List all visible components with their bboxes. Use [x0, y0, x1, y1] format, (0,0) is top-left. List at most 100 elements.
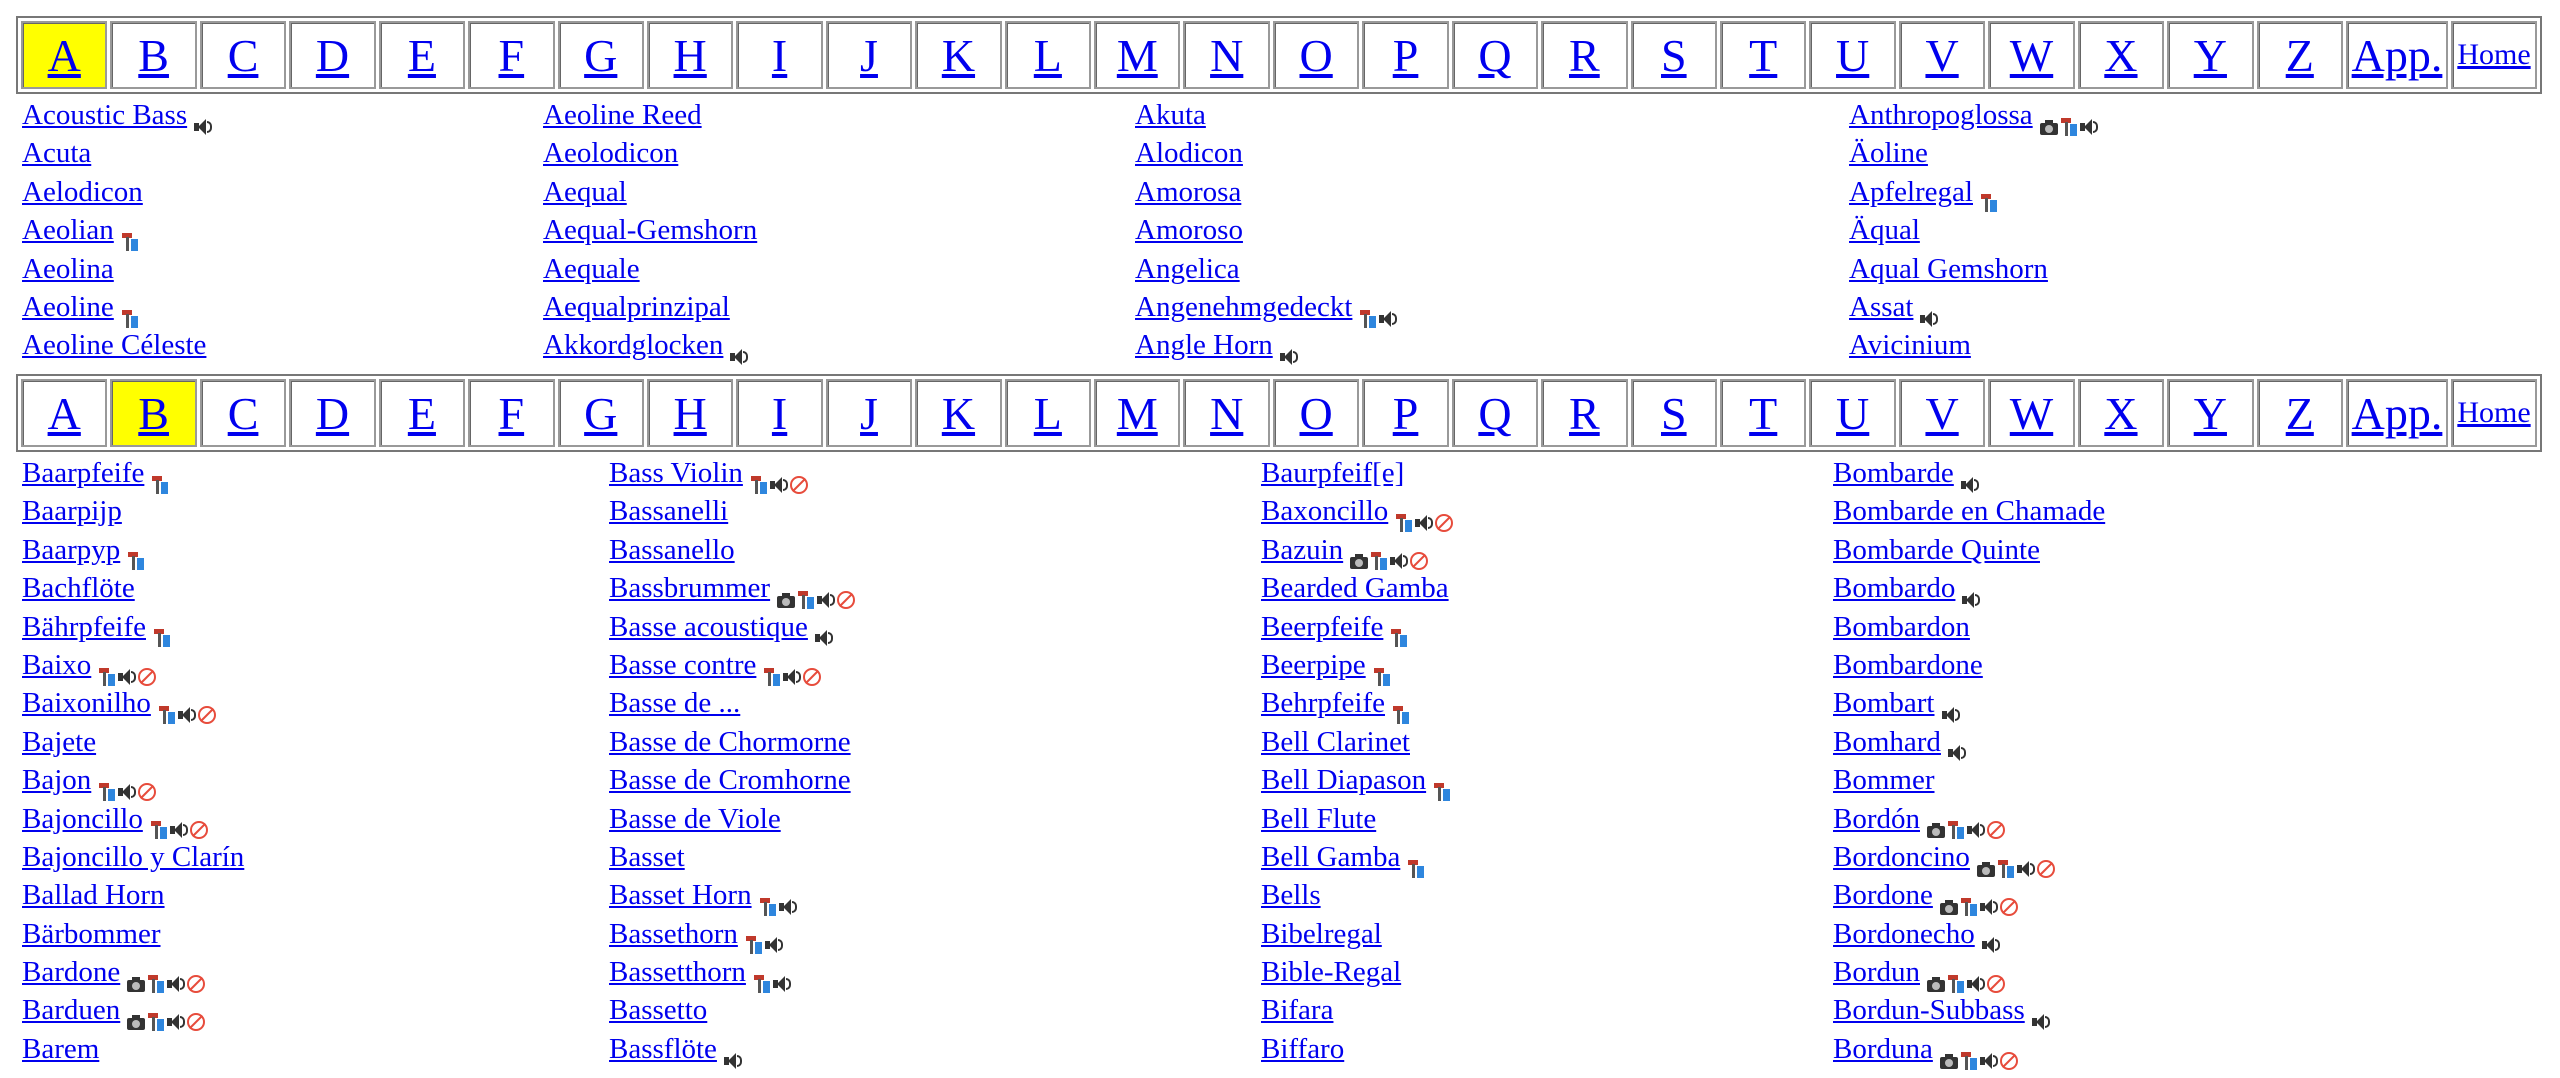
- stop-name-link[interactable]: Aequalprinzipal: [543, 291, 730, 323]
- stop-name-link[interactable]: Bombarde Quinte: [1833, 534, 2040, 566]
- home-link[interactable]: Home: [2457, 396, 2530, 429]
- stop-name-link[interactable]: Biffaro: [1261, 1033, 1344, 1065]
- letter-link-f[interactable]: F: [499, 30, 525, 81]
- stop-name-link[interactable]: Aequal-Gemshorn: [543, 214, 757, 246]
- stop-name-link[interactable]: Anthropoglossa: [1849, 99, 2033, 131]
- stop-name-link[interactable]: Bombardon: [1833, 611, 1970, 643]
- letter-link-q[interactable]: Q: [1478, 388, 1511, 439]
- stop-name-link[interactable]: Baixo: [22, 649, 91, 681]
- stop-name-link[interactable]: Bass Violin: [609, 457, 743, 489]
- stop-name-link[interactable]: Barduen: [22, 994, 120, 1026]
- stop-name-link[interactable]: Bombart: [1833, 687, 1935, 719]
- stop-name-link[interactable]: Alodicon: [1135, 137, 1243, 169]
- stop-name-link[interactable]: Bazuin: [1261, 534, 1343, 566]
- stop-name-link[interactable]: Bassflöte: [609, 1033, 717, 1065]
- stop-name-link[interactable]: Bajete: [22, 726, 96, 758]
- letter-link-t[interactable]: T: [1749, 388, 1777, 439]
- stop-name-link[interactable]: Behrpfeife: [1261, 687, 1385, 719]
- letter-link-k[interactable]: K: [942, 388, 975, 439]
- letter-link-v[interactable]: V: [1925, 388, 1958, 439]
- stop-name-link[interactable]: Assat: [1849, 291, 1913, 323]
- letter-link-i[interactable]: I: [772, 30, 787, 81]
- stop-name-link[interactable]: Bell Gamba: [1261, 841, 1400, 873]
- stop-name-link[interactable]: Basset: [609, 841, 685, 873]
- letter-link-p[interactable]: P: [1393, 388, 1419, 439]
- letter-link-e[interactable]: E: [408, 388, 436, 439]
- stop-name-link[interactable]: Amoroso: [1135, 214, 1243, 246]
- stop-name-link[interactable]: Beerpipe: [1261, 649, 1366, 681]
- stop-name-link[interactable]: Bordón: [1833, 803, 1920, 835]
- stop-name-link[interactable]: Bordoncino: [1833, 841, 1970, 873]
- stop-name-link[interactable]: Bell Clarinet: [1261, 726, 1410, 758]
- letter-link-l[interactable]: L: [1034, 388, 1062, 439]
- letter-link-x[interactable]: X: [2104, 388, 2137, 439]
- stop-name-link[interactable]: Bearded Gamba: [1261, 572, 1449, 604]
- appendix-link[interactable]: App.: [2352, 30, 2443, 81]
- stop-name-link[interactable]: Bachflöte: [22, 572, 135, 604]
- stop-name-link[interactable]: Bell Diapason: [1261, 764, 1426, 796]
- stop-name-link[interactable]: Aeolodicon: [543, 137, 678, 169]
- letter-link-b[interactable]: B: [138, 30, 169, 81]
- letter-link-i[interactable]: I: [772, 388, 787, 439]
- stop-name-link[interactable]: Borduna: [1833, 1033, 1933, 1065]
- letter-link-f[interactable]: F: [499, 388, 525, 439]
- stop-name-link[interactable]: Angle Horn: [1135, 329, 1273, 361]
- stop-name-link[interactable]: Angelica: [1135, 253, 1240, 285]
- stop-name-link[interactable]: Basse de Chormorne: [609, 726, 851, 758]
- letter-link-l[interactable]: L: [1034, 30, 1062, 81]
- stop-name-link[interactable]: Baarpyp: [22, 534, 120, 566]
- stop-name-link[interactable]: Basse de ...: [609, 687, 740, 719]
- letter-link-o[interactable]: O: [1300, 30, 1333, 81]
- stop-name-link[interactable]: Bell Flute: [1261, 803, 1376, 835]
- letter-link-y[interactable]: Y: [2194, 388, 2227, 439]
- stop-name-link[interactable]: Bombarde en Chamade: [1833, 495, 2105, 527]
- home-link[interactable]: Home: [2457, 38, 2530, 71]
- stop-name-link[interactable]: Basse de Viole: [609, 803, 781, 835]
- stop-name-link[interactable]: Bomhard: [1833, 726, 1941, 758]
- stop-name-link[interactable]: Bordonecho: [1833, 918, 1975, 950]
- stop-name-link[interactable]: Akuta: [1135, 99, 1206, 131]
- letter-link-p[interactable]: P: [1393, 30, 1419, 81]
- stop-name-link[interactable]: Bassethorn: [609, 918, 738, 950]
- stop-name-link[interactable]: Bordone: [1833, 879, 1933, 911]
- stop-name-link[interactable]: Aeolina: [22, 253, 114, 285]
- letter-link-j[interactable]: J: [860, 388, 878, 439]
- stop-name-link[interactable]: Baixonilho: [22, 687, 151, 719]
- letter-link-c[interactable]: C: [228, 30, 259, 81]
- stop-name-link[interactable]: Beerpfeife: [1261, 611, 1383, 643]
- letter-link-t[interactable]: T: [1749, 30, 1777, 81]
- letter-link-d[interactable]: D: [316, 30, 349, 81]
- letter-link-b[interactable]: B: [138, 388, 169, 439]
- stop-name-link[interactable]: Aeoline Reed: [543, 99, 702, 131]
- stop-name-link[interactable]: Basse de Cromhorne: [609, 764, 851, 796]
- stop-name-link[interactable]: Aequal: [543, 176, 627, 208]
- letter-link-k[interactable]: K: [942, 30, 975, 81]
- stop-name-link[interactable]: Bassetthorn: [609, 956, 746, 988]
- stop-name-link[interactable]: Bärbommer: [22, 918, 161, 950]
- stop-name-link[interactable]: Bells: [1261, 879, 1321, 911]
- stop-name-link[interactable]: Bassetto: [609, 994, 707, 1026]
- letter-link-n[interactable]: N: [1210, 388, 1243, 439]
- stop-name-link[interactable]: Bible-Regal: [1261, 956, 1401, 988]
- stop-name-link[interactable]: Avicinium: [1849, 329, 1971, 361]
- letter-link-m[interactable]: M: [1117, 30, 1158, 81]
- stop-name-link[interactable]: Bassbrummer: [609, 572, 770, 604]
- letter-link-a[interactable]: A: [48, 30, 81, 81]
- stop-name-link[interactable]: Aeoline Céleste: [22, 329, 206, 361]
- letter-link-g[interactable]: G: [584, 30, 617, 81]
- stop-name-link[interactable]: Basset Horn: [609, 879, 752, 911]
- stop-name-link[interactable]: Bajoncillo: [22, 803, 143, 835]
- stop-name-link[interactable]: Amorosa: [1135, 176, 1241, 208]
- letter-link-s[interactable]: S: [1661, 388, 1687, 439]
- stop-name-link[interactable]: Bajoncillo y Clarín: [22, 841, 244, 873]
- letter-link-h[interactable]: H: [674, 388, 707, 439]
- letter-link-q[interactable]: Q: [1478, 30, 1511, 81]
- stop-name-link[interactable]: Baarpfeife: [22, 457, 144, 489]
- stop-name-link[interactable]: Bajon: [22, 764, 91, 796]
- letter-link-r[interactable]: R: [1569, 30, 1600, 81]
- letter-link-r[interactable]: R: [1569, 388, 1600, 439]
- stop-name-link[interactable]: Bassanelli: [609, 495, 728, 527]
- stop-name-link[interactable]: Barem: [22, 1033, 99, 1065]
- appendix-link[interactable]: App.: [2352, 388, 2443, 439]
- letter-link-s[interactable]: S: [1661, 30, 1687, 81]
